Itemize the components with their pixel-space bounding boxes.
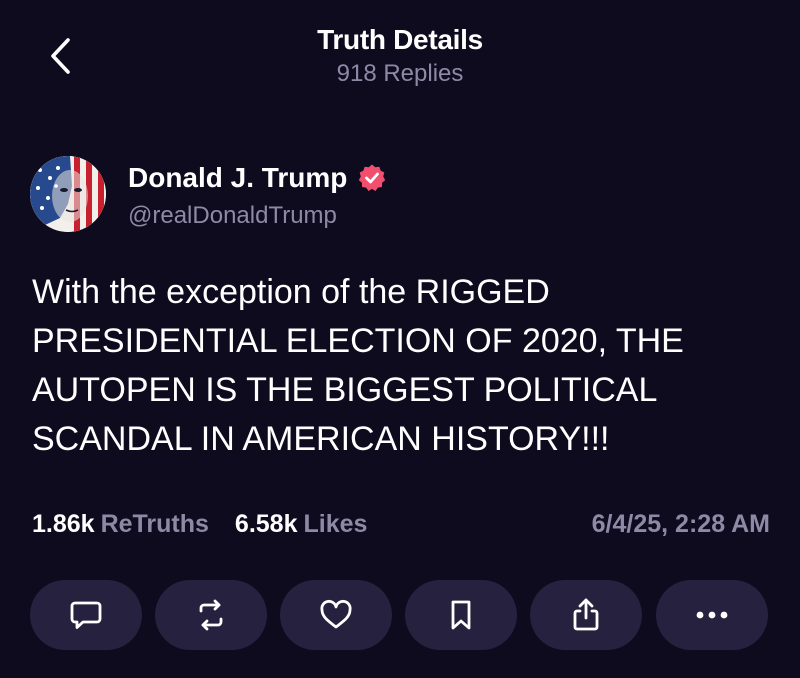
- likes-count: 6.58k: [234, 510, 298, 538]
- more-options-button[interactable]: [656, 580, 768, 650]
- retruth-button[interactable]: [155, 580, 267, 650]
- avatar[interactable]: [30, 156, 106, 232]
- share-icon: [573, 598, 599, 631]
- retruths-label: ReTruths: [100, 510, 209, 538]
- bookmark-icon: [451, 600, 471, 630]
- author-name[interactable]: Donald J. Trump: [128, 162, 347, 194]
- share-button[interactable]: [530, 580, 642, 650]
- heart-icon: [320, 599, 352, 629]
- author-name-row[interactable]: Donald J. Trump: [128, 162, 387, 194]
- retruths-count: 1.86k: [32, 510, 95, 538]
- page-title: Truth Details: [317, 24, 483, 55]
- retruth-icon: [199, 599, 223, 631]
- bookmark-button[interactable]: [405, 580, 517, 650]
- post-stats: 1.86k ReTruths 6.58k Likes 6/4/25, 2:28 …: [32, 510, 770, 539]
- post-timestamp: 6/4/25, 2:28 AM: [591, 510, 770, 538]
- action-bar: [30, 580, 770, 650]
- top-bar: Truth Details 918 Replies: [0, 0, 800, 100]
- reply-button[interactable]: [30, 580, 142, 650]
- likes-label: Likes: [303, 510, 368, 538]
- reply-count: 918 Replies: [336, 60, 464, 87]
- post-body: With the exception of the RIGGED PRESIDE…: [32, 273, 684, 458]
- retruths-stat[interactable]: 1.86k ReTruths: [32, 510, 209, 539]
- more-dots-icon: [696, 611, 728, 619]
- flag-portrait-avatar: [30, 156, 106, 232]
- reply-bubble-icon: [70, 601, 102, 629]
- likes-stat[interactable]: 6.58k Likes: [235, 510, 368, 539]
- verified-badge-icon: [357, 163, 387, 193]
- author-handle[interactable]: @realDonaldTrump: [128, 202, 337, 230]
- like-button[interactable]: [280, 580, 392, 650]
